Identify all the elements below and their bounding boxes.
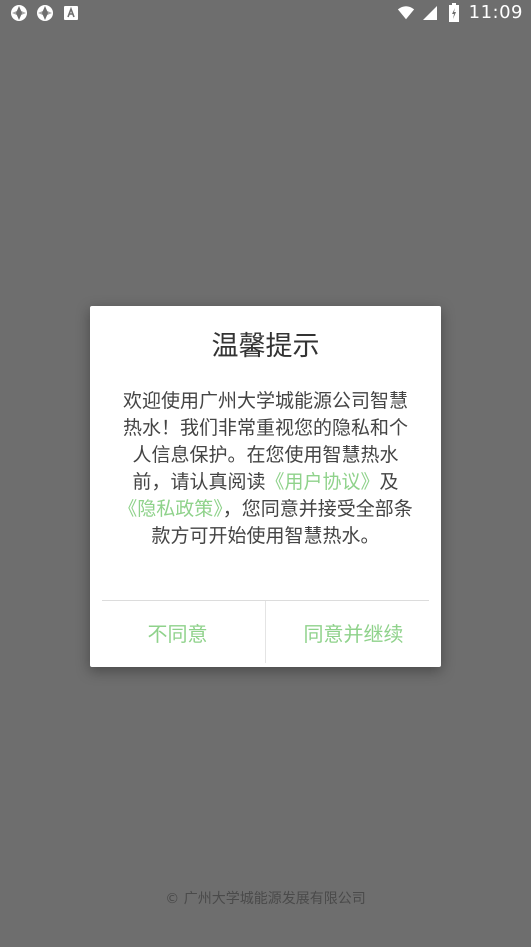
wifi-icon	[397, 4, 415, 22]
disagree-button[interactable]: 不同意	[90, 601, 265, 663]
user-agreement-link[interactable]: 《用户协议》	[265, 471, 379, 493]
signal-icon	[421, 4, 439, 22]
status-right-icons: 11:09	[397, 2, 523, 23]
aperture-icon	[10, 4, 28, 22]
footer-copyright: © 广州大学城能源发展有限公司	[165, 891, 366, 907]
battery-icon	[445, 2, 463, 22]
agree-continue-button[interactable]: 同意并继续	[266, 601, 441, 663]
privacy-dialog: 温馨提示 欢迎使用广州大学城能源公司智慧热水！我们非常重视您的隐私和个人信息保护…	[90, 306, 441, 667]
aperture-icon	[36, 4, 54, 22]
dialog-body-text-middle: 及	[379, 471, 399, 493]
dialog-title: 温馨提示	[211, 331, 320, 362]
status-left-icons	[10, 4, 80, 22]
privacy-policy-link[interactable]: 《隐私政策》	[118, 498, 223, 520]
status-bar: 11:09	[0, 0, 531, 28]
a-letter-icon	[62, 4, 80, 22]
status-time: 11:09	[468, 2, 523, 23]
dialog-body: 欢迎使用广州大学城能源公司智慧热水！我们非常重视您的隐私和个人信息保护。在您使用…	[118, 388, 413, 550]
